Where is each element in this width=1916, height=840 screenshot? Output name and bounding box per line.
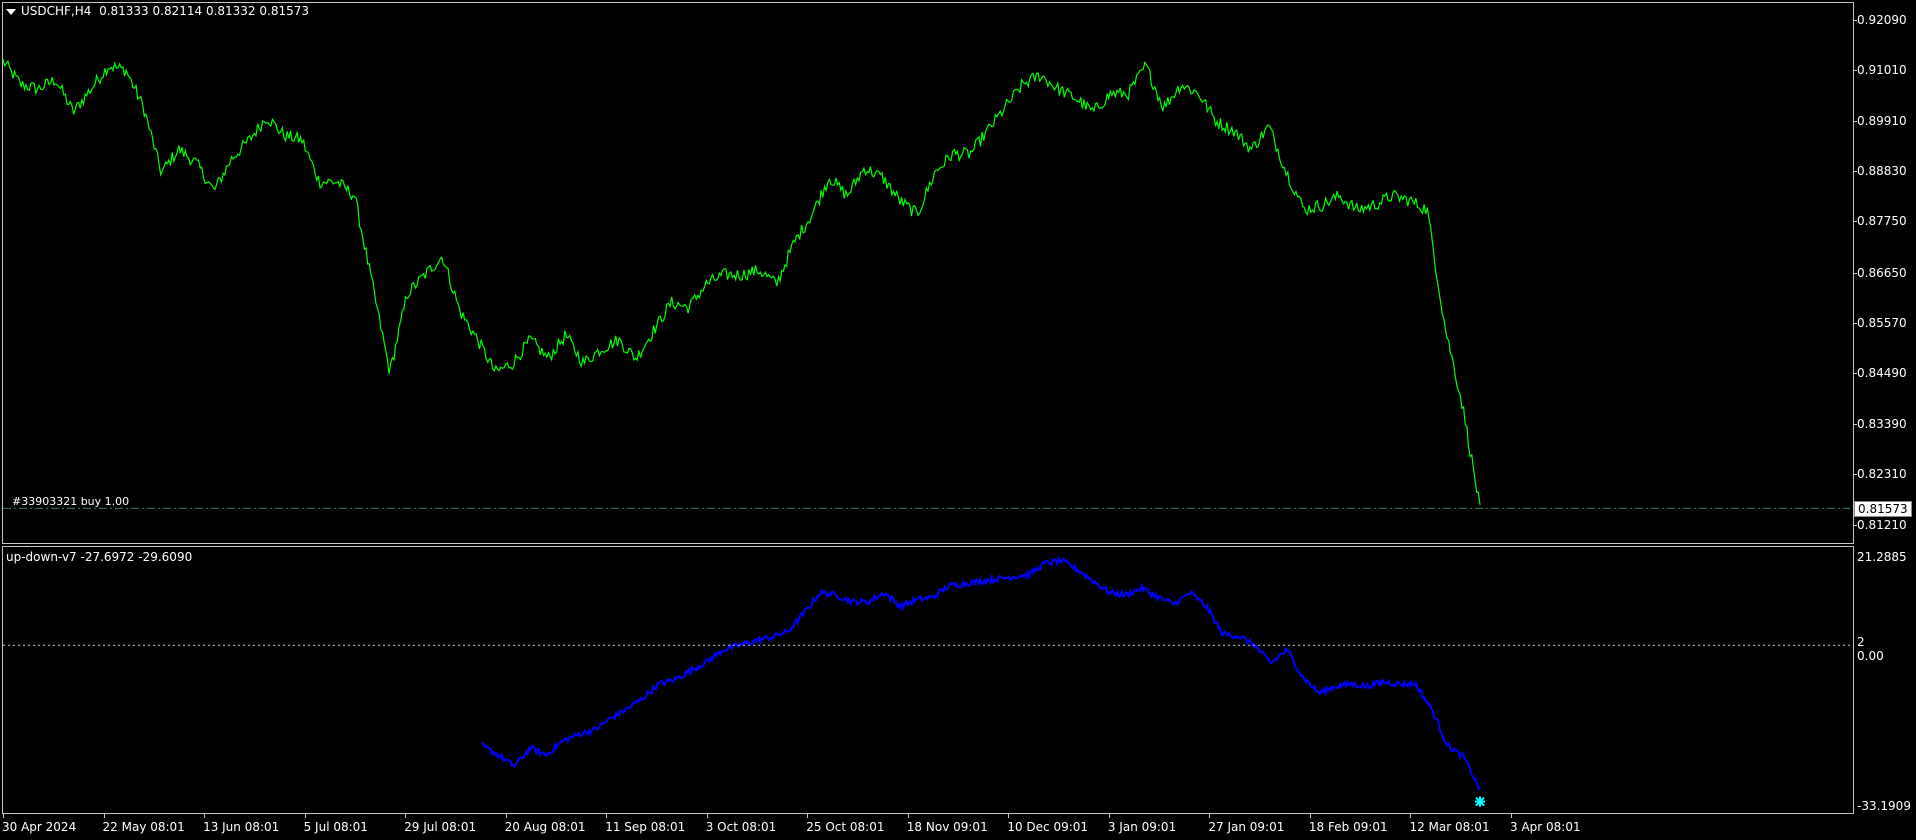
date-tick [3,813,4,818]
date-label: 22 May 08:01 [102,820,185,834]
date-label: 3 Jan 09:01 [1107,820,1177,834]
indicator-level-label: 21.2885 [1857,550,1907,565]
date-label: 3 Oct 08:01 [705,820,777,834]
price-level-label: 0.88830 [1857,164,1907,179]
date-tick [706,813,708,818]
date-label: 11 Sep 08:01 [605,820,686,834]
price-tick [1853,19,1857,21]
price-tick [1853,221,1857,223]
date-label: 29 Jul 08:01 [404,820,477,834]
date-tick [405,813,407,818]
date-label: 10 Dec 09:01 [1007,820,1089,834]
chart-canvas [2,58,1850,807]
price-tick [1853,525,1857,527]
date-tick [807,813,809,818]
date-tick [907,813,909,818]
price-tick [1853,69,1857,71]
price-level-label: 0.83390 [1857,416,1907,431]
indicator-level-label: 2 [1857,635,1865,650]
indicator-title: up-down-v7 -27.6972 -29.6090 [6,550,193,564]
date-label: 20 Aug 08:01 [504,820,586,834]
price-level-label: 0.89910 [1857,114,1907,129]
price-tick [1853,171,1857,173]
price-level-label: 0.92090 [1857,12,1907,27]
price-tick [1853,474,1857,476]
indicator-level-label: 0.00 [1857,649,1884,664]
date-tick [1511,813,1512,818]
date-tick [1209,813,1211,818]
date-tick [103,813,105,818]
collapse-triangle-icon[interactable] [6,8,16,15]
order-label: #33903321 buy 1.00 [12,495,130,508]
signal-marker-icon [1475,796,1485,807]
date-tick [204,813,206,818]
indicator-level-label: -33.1909 [1857,799,1911,814]
price-level-label: 0.81210 [1857,518,1907,533]
price-level-label: 0.85570 [1857,315,1907,330]
date-label: 3 Apr 08:01 [1510,820,1581,834]
price-level-label: 0.84490 [1857,365,1907,380]
price-level-label: 0.82310 [1857,467,1907,482]
date-label: 18 Nov 09:01 [906,820,988,834]
price-level-label: 0.86650 [1857,265,1907,280]
date-tick [606,813,608,818]
price-level-label: 0.87750 [1857,214,1907,229]
date-tick [505,813,507,818]
date-tick [1008,813,1010,818]
price-tick [1853,121,1857,123]
date-tick [1309,813,1311,818]
date-label: 30 Apr 2024 [2,820,77,834]
price-tick [1853,423,1857,425]
price-tick [1853,322,1857,324]
chart-header: USDCHF,H4 0.81333 0.82114 0.81332 0.8157… [6,4,309,18]
price-tick [1853,272,1857,274]
date-label: 12 Mar 08:01 [1409,820,1490,834]
date-label: 5 Jul 08:01 [303,820,368,834]
ohlc-values: 0.81333 0.82114 0.81332 0.81573 [99,4,309,18]
date-tick [1410,813,1412,818]
price-series-line [2,58,1481,505]
symbol-label: USDCHF,H4 [21,4,92,18]
date-tick [1108,813,1110,818]
date-label: 25 Oct 08:01 [806,820,885,834]
date-label: 13 Jun 08:01 [203,820,280,834]
indicator-series-line [481,555,1481,791]
date-tick [304,813,306,818]
current-price-tag: 0.81573 [1854,501,1912,517]
price-tick [1853,372,1857,374]
date-label: 18 Feb 09:01 [1308,820,1388,834]
date-label: 27 Jan 09:01 [1208,820,1285,834]
price-level-label: 0.91010 [1857,62,1907,77]
